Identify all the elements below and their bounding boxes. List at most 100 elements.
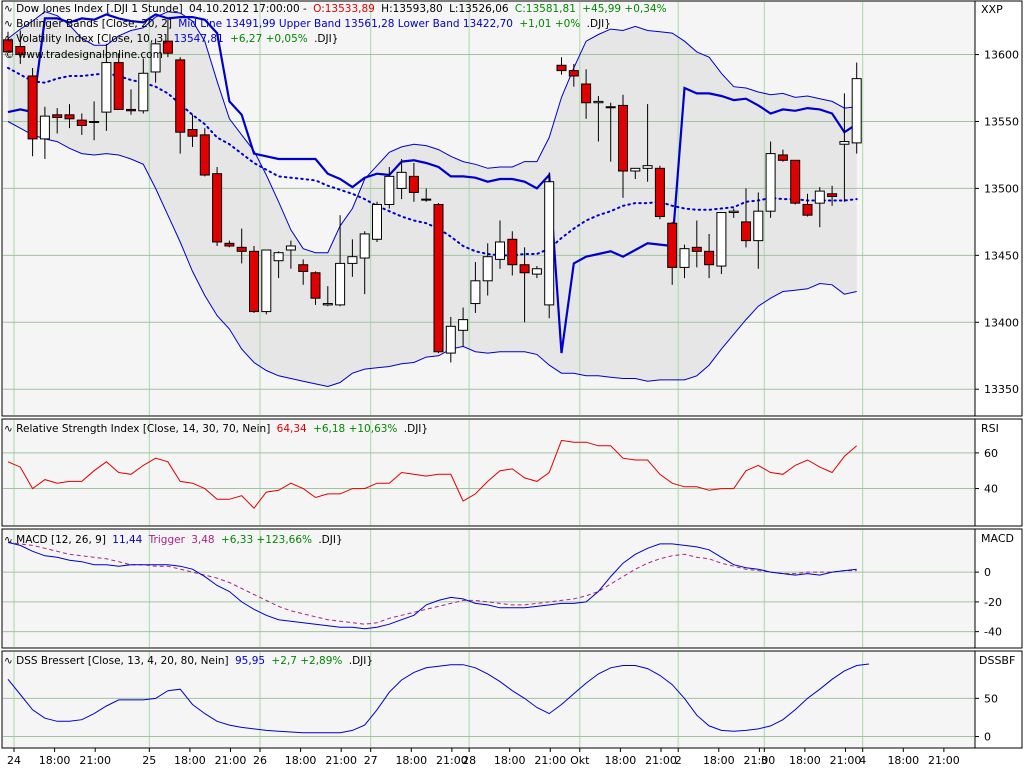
time-tick-label: 3 xyxy=(761,754,768,767)
indicator-toggle-icon[interactable]: ∿ xyxy=(4,33,13,45)
candle-body-bull xyxy=(372,203,382,240)
time-tick-label: 21:00 xyxy=(215,754,247,767)
indicator-toggle-icon[interactable]: ∿ xyxy=(4,534,13,546)
price-legend-open: O:13533,89 xyxy=(313,3,375,15)
rsi-panel[interactable]: 40 60 RSI ∿ Relative Strength Index [Clos… xyxy=(1,418,1023,527)
candle-body-bull xyxy=(851,78,862,144)
indicator-toggle-icon[interactable]: ∿ xyxy=(4,655,13,667)
candle-body-bear xyxy=(507,238,518,266)
candle-body-bear xyxy=(581,83,592,104)
axis-tick-label: 0 xyxy=(984,566,991,579)
candle-body-bull xyxy=(544,181,555,306)
candle-body-bear xyxy=(64,114,75,120)
candle-body-bull xyxy=(716,212,727,267)
dss-panel[interactable]: 0 50 DSSBF ∿ DSS Bressert [Close, 13, 4, … xyxy=(1,650,1023,749)
time-tick-label: 18:00 xyxy=(789,754,821,767)
macd-axis-title: MACD xyxy=(981,532,1014,545)
time-tick-label: 24 xyxy=(7,754,21,767)
candle-body-bull xyxy=(482,256,493,282)
axis-tick-label: -20 xyxy=(984,596,1002,609)
rsi-legend-label: Relative Strength Index [Close, 14, 30, … xyxy=(16,423,270,435)
macd-legend-change: +6,33 +123,66% xyxy=(221,534,312,546)
dss-axis-title: DSSBF xyxy=(979,654,1015,667)
candle xyxy=(654,165,665,220)
candle-body-bull xyxy=(273,252,284,262)
time-tick-label: 21:00 xyxy=(928,754,960,767)
candle xyxy=(433,203,444,354)
time-tick-label: 26 xyxy=(253,754,267,767)
candle-body-bear xyxy=(519,264,530,274)
price-panel[interactable]: 13350 13400 13450 13500 13550 13600 XXP ∿ Dow… xyxy=(1,0,1023,417)
price-legend-close: C:13581,81 xyxy=(515,3,576,15)
bollinger-legend-values: Mid Line 13491,99 Upper Band 13561,28 Lo… xyxy=(178,18,513,30)
price-legend-label: Dow Jones Index [.DJI 1 Stunde] xyxy=(16,3,183,15)
candle-body-bear xyxy=(704,250,715,266)
time-tick-label: 18:00 xyxy=(494,754,526,767)
axis-tick-label: 13450 xyxy=(984,249,1019,262)
time-tick-label: 21:00 xyxy=(744,754,776,767)
candle-body-bear xyxy=(310,272,321,299)
time-tick-label: 2 xyxy=(675,754,682,767)
macd-panel[interactable]: -40 -20 0 MACD ∿ MACD [12, 26, 9] 11,44 Tr… xyxy=(1,528,1023,649)
candle-body-bear xyxy=(113,62,124,110)
candle-body-bear xyxy=(126,108,136,112)
candle xyxy=(199,128,210,177)
candle-body-bull xyxy=(814,190,825,204)
macd-plot-area[interactable] xyxy=(1,528,976,649)
price-legend-date: 04.10.2012 17:00:00 - xyxy=(189,3,307,15)
rsi-legend-symbol: .DJI} xyxy=(404,423,428,435)
candle-body-bull xyxy=(679,248,690,268)
price-axis-box xyxy=(974,0,1023,417)
bollinger-legend-label: Bollinger Bands [Close, 20, 2] xyxy=(16,18,172,30)
candle-body-bull xyxy=(384,175,395,205)
candle-body-bull xyxy=(138,72,149,112)
copyright-notice: © www.tradesignalonline.com xyxy=(4,49,163,61)
candle-body-bull xyxy=(531,268,542,275)
time-tick-label: 21:00 xyxy=(325,754,357,767)
rsi-axis-title: RSI xyxy=(981,422,999,435)
candle-body-bear xyxy=(433,203,444,353)
candle-body-bear xyxy=(249,250,259,313)
rsi-plot-area[interactable] xyxy=(1,418,976,527)
candle xyxy=(372,201,382,242)
price-legend-change: +45,99 +0,34% xyxy=(582,3,666,15)
indicator-toggle-icon[interactable]: ∿ xyxy=(4,423,13,435)
candle-body-bear xyxy=(224,242,235,247)
candle-body-bear xyxy=(212,173,223,243)
time-tick-label: 21:00 xyxy=(830,754,862,767)
candle-body-bear xyxy=(556,64,567,72)
time-axis[interactable]: 24 18:00 21:00 25 18:00 21:00 26 18:00 21:00 27 18… xyxy=(7,748,960,767)
candle-body-bear xyxy=(27,75,38,140)
candle-body-bear xyxy=(618,104,628,172)
candle-body-bull xyxy=(335,262,346,306)
candle-body-bull xyxy=(421,198,432,201)
rsi-legend-value: 64,34 xyxy=(277,423,307,435)
candle-body-bear xyxy=(777,154,788,161)
candle-body-bull xyxy=(396,171,407,189)
chart-workspace[interactable]: 13350 13400 13450 13500 13550 13600 XXP ∿ Dow… xyxy=(0,0,1024,768)
rsi-legend-change: +6,18 +10,63% xyxy=(313,423,397,435)
candle xyxy=(790,159,801,205)
candle-body-bull xyxy=(89,120,100,123)
dss-legend-line: ∿ DSS Bressert [Close, 13, 4, 20, 80, Ne… xyxy=(4,655,373,667)
axis-tick-label: 50 xyxy=(984,692,998,705)
time-tick-label: 18:00 xyxy=(887,754,919,767)
time-tick-label: 25 xyxy=(142,754,156,767)
candle xyxy=(716,212,727,275)
candle xyxy=(212,167,223,246)
candle-body-bear xyxy=(52,114,63,118)
indicator-toggle-icon[interactable]: ∿ xyxy=(4,18,13,30)
candle-body-bull xyxy=(322,303,333,306)
candle-body-bull xyxy=(495,241,505,260)
candle-body-bear xyxy=(298,264,309,272)
indicator-toggle-icon[interactable]: ∿ xyxy=(4,3,13,15)
candle-body-bull xyxy=(445,325,456,354)
price-legend-line: ∿ Dow Jones Index [.DJI 1 Stunde] 04.10.… xyxy=(4,3,667,15)
macd-legend-value: 11,44 xyxy=(112,534,142,546)
axis-tick-label: 13400 xyxy=(984,316,1019,329)
candle xyxy=(544,172,555,319)
candle-body-bear xyxy=(827,193,838,197)
candle xyxy=(249,245,259,313)
candle-body-bear xyxy=(667,222,678,268)
candle-body-bull xyxy=(359,233,370,259)
